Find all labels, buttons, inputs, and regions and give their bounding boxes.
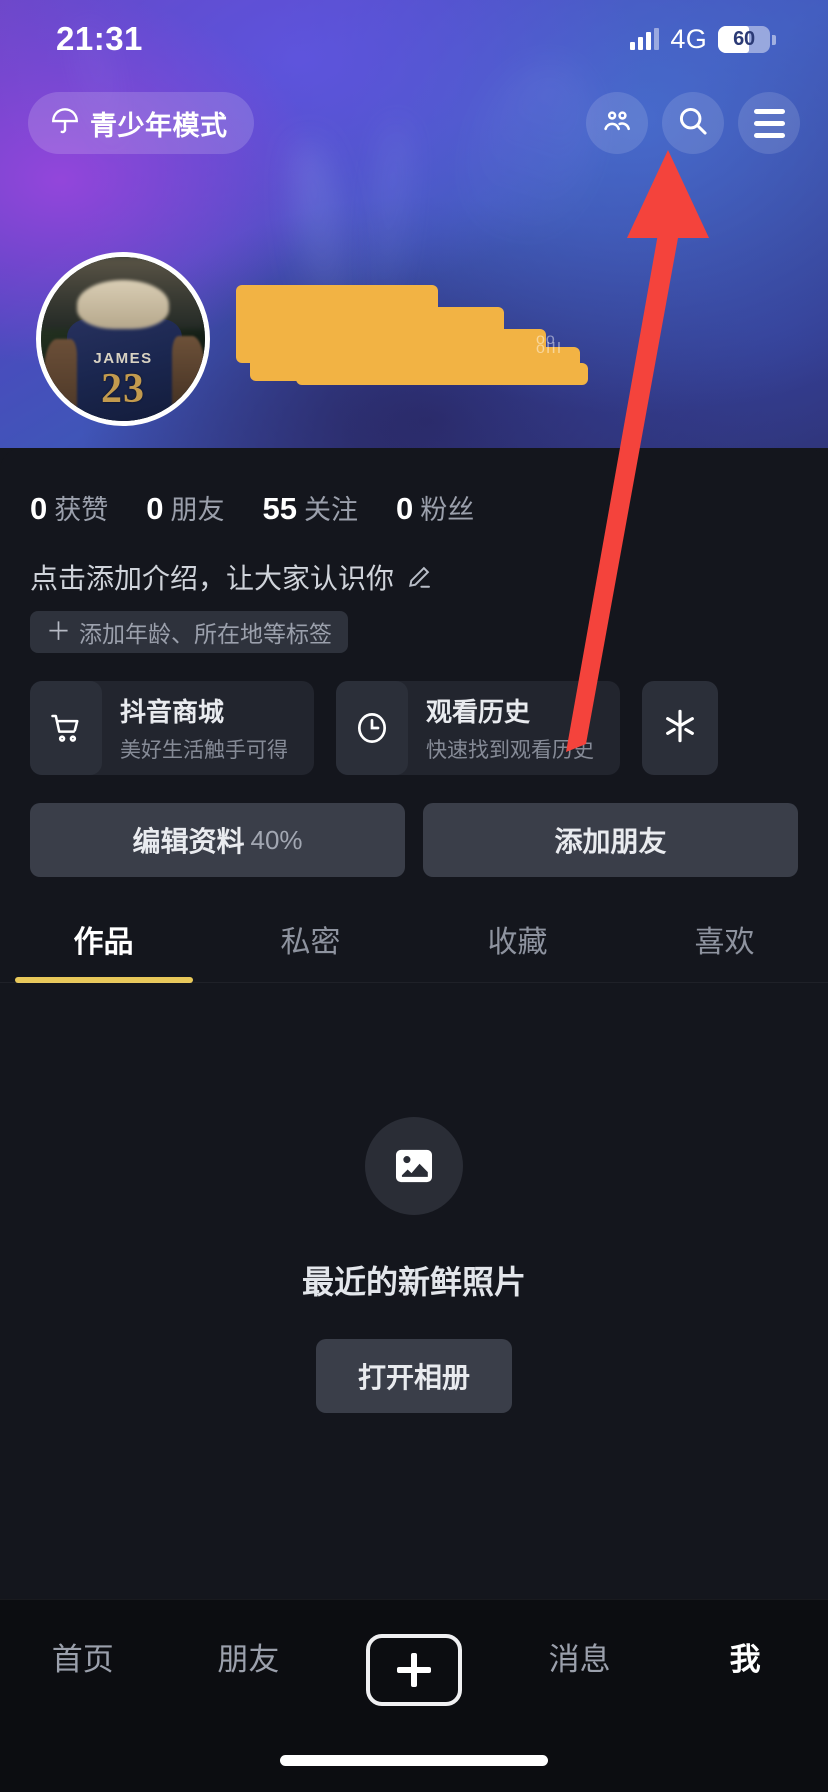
edit-profile-button[interactable]: 编辑资料 40% — [30, 803, 405, 877]
empty-state: 最近的新鲜照片 打开相册 — [0, 983, 828, 1413]
nav-item-me[interactable]: 我 — [662, 1634, 828, 1679]
stat-followers[interactable]: 0 粉丝 — [396, 488, 474, 527]
teen-mode-button[interactable]: 青少年模式 — [28, 92, 254, 154]
search-button[interactable] — [662, 92, 724, 154]
profile-content-sheet: 0 获赞 0 朋友 55 关注 0 粉丝 点击添加介绍，让大家认识你 ＋ 添加年… — [0, 448, 828, 1599]
plus-create-icon — [365, 1634, 462, 1706]
network-type-label: 4G — [670, 23, 707, 54]
umbrella-icon — [50, 106, 80, 141]
nav-item-friends[interactable]: 朋友 — [166, 1634, 332, 1679]
stat-value: 0 — [30, 491, 48, 526]
douyin-id-glyph: oo oIII — [536, 331, 563, 357]
username-redaction: oo oIII — [236, 285, 588, 385]
add-tag-label: 添加年龄、所在地等标签 — [79, 621, 333, 647]
clock-icon — [336, 681, 408, 775]
menu-button[interactable] — [738, 92, 800, 154]
plus-icon: ＋ — [46, 617, 72, 646]
stat-friends[interactable]: 0 朋友 — [146, 488, 224, 527]
tab-collections[interactable]: 收藏 — [414, 917, 621, 983]
pencil-icon — [406, 564, 432, 590]
empty-state-title: 最近的新鲜照片 — [301, 1264, 526, 1300]
battery-percent-label: 60 — [733, 27, 755, 50]
open-album-label: 打开相册 — [357, 1362, 470, 1393]
content-tabs: 作品 私密 收藏 喜欢 — [0, 877, 828, 983]
stat-value: 0 — [395, 491, 414, 526]
add-friend-label: 添加朋友 — [554, 826, 667, 857]
tag-row: ＋ 添加年龄、所在地等标签 — [0, 597, 828, 653]
signal-bars-icon — [630, 28, 660, 50]
nav-item-create[interactable] — [331, 1634, 497, 1706]
card-title: 抖音商城 — [120, 697, 225, 727]
home-indicator — [280, 1755, 548, 1766]
phone-screen: 21:31 4G 60 青少年模式 JAMES 23 oo oIII 0 获赞 … — [0, 0, 828, 1792]
card-subtitle: 美好生活触手可得 — [120, 739, 288, 762]
nav-item-messages[interactable]: 消息 — [497, 1634, 663, 1679]
tab-label: 作品 — [73, 926, 134, 959]
stat-following[interactable]: 55 关注 — [263, 488, 358, 527]
hamburger-menu-icon — [753, 108, 785, 138]
shortcut-card-history[interactable]: 观看历史 快速找到观看历史 — [336, 681, 620, 775]
status-bar: 21:31 4G 60 — [0, 0, 828, 78]
stat-label: 获赞 — [54, 495, 109, 525]
edit-profile-label: 编辑资料 — [132, 826, 245, 857]
open-album-button[interactable]: 打开相册 — [316, 1339, 512, 1413]
bio-placeholder: 点击添加介绍，让大家认识你 — [30, 563, 395, 594]
add-tag-chip[interactable]: ＋ 添加年龄、所在地等标签 — [30, 611, 349, 653]
tab-works[interactable]: 作品 — [0, 917, 207, 983]
shortcut-card-mall[interactable]: 抖音商城 美好生活触手可得 — [30, 681, 314, 775]
tab-label: 收藏 — [487, 926, 548, 959]
friends-icon — [600, 104, 634, 143]
tab-likes[interactable]: 喜欢 — [621, 917, 828, 983]
stat-label: 关注 — [303, 495, 358, 525]
nav-label: 消息 — [548, 1642, 611, 1677]
bottom-navigation: 首页 朋友 消息 我 — [0, 1599, 828, 1792]
search-icon — [675, 103, 711, 144]
nav-label: 首页 — [51, 1642, 114, 1677]
edit-profile-percent: 40% — [250, 824, 303, 855]
battery-icon: 60 — [718, 25, 776, 53]
shopping-cart-icon — [30, 681, 102, 775]
tab-label: 喜欢 — [694, 926, 755, 959]
stats-row: 0 获赞 0 朋友 55 关注 0 粉丝 — [0, 448, 828, 527]
friends-button[interactable] — [586, 92, 648, 154]
starburst-icon — [660, 706, 700, 751]
stat-likes[interactable]: 0 获赞 — [30, 488, 108, 527]
nav-item-home[interactable]: 首页 — [0, 1634, 166, 1679]
add-friend-button[interactable]: 添加朋友 — [423, 803, 798, 877]
card-subtitle: 快速找到观看历史 — [426, 739, 594, 762]
bio-row[interactable]: 点击添加介绍，让大家认识你 — [0, 527, 828, 597]
stat-value: 0 — [146, 491, 164, 526]
tab-label: 私密 — [280, 926, 341, 959]
action-buttons-row: 编辑资料 40% 添加朋友 — [0, 775, 828, 877]
tab-private[interactable]: 私密 — [207, 917, 414, 983]
stat-label: 粉丝 — [420, 495, 475, 525]
stat-label: 朋友 — [170, 495, 225, 525]
teen-mode-label: 青少年模式 — [90, 110, 228, 141]
shortcut-cards-row: 抖音商城 美好生活触手可得 观看历史 快速找到观看历史 — [0, 653, 828, 775]
avatar-jersey-number: 23 — [101, 366, 145, 413]
status-bar-time: 21:31 — [56, 20, 143, 57]
shortcut-card-partial[interactable] — [642, 681, 718, 775]
card-title: 观看历史 — [426, 697, 531, 727]
nav-label: 朋友 — [217, 1642, 280, 1677]
profile-header-bar: 青少年模式 — [0, 92, 828, 154]
avatar[interactable]: JAMES 23 — [36, 252, 210, 426]
photo-icon — [365, 1117, 463, 1215]
stat-value: 55 — [262, 491, 297, 526]
nav-label: 我 — [729, 1642, 761, 1677]
